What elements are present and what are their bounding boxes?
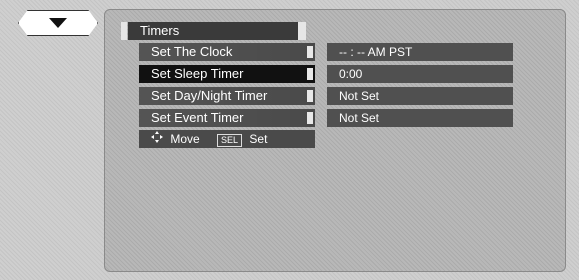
event-timer-value: Not Set — [327, 109, 513, 127]
sleep-timer-value: 0:00 — [327, 65, 513, 83]
item-end-cap — [307, 68, 313, 80]
day-night-timer-value: Not Set — [327, 87, 513, 105]
menu-tab-button[interactable] — [18, 10, 98, 36]
menu-title: Timers — [128, 22, 306, 40]
menu-item-label: Set Sleep Timer — [151, 66, 244, 81]
chevron-down-icon — [49, 18, 67, 28]
menu-item-set-the-clock[interactable]: Set The Clock — [139, 43, 315, 61]
navigation-hint: Move SEL Set — [139, 130, 315, 148]
menu-item-set-sleep-timer[interactable]: Set Sleep Timer — [139, 65, 315, 83]
move-label: Move — [170, 132, 200, 146]
sel-key-icon: SEL — [217, 134, 243, 147]
clock-value: -- : -- AM PST — [327, 43, 513, 61]
menu-item-set-day-night-timer[interactable]: Set Day/Night Timer — [139, 87, 315, 105]
title-left-cap — [121, 22, 127, 40]
four-way-arrow-icon — [151, 130, 167, 148]
item-end-cap — [307, 46, 313, 58]
set-label: Set — [249, 132, 268, 146]
menu-item-label: Set The Clock — [151, 44, 233, 59]
menu-item-set-event-timer[interactable]: Set Event Timer — [139, 109, 315, 127]
menu-item-label: Set Event Timer — [151, 110, 244, 125]
item-end-cap — [307, 112, 313, 124]
menu-item-label: Set Day/Night Timer — [151, 88, 268, 103]
item-end-cap — [307, 90, 313, 102]
title-right-cap — [298, 22, 306, 40]
